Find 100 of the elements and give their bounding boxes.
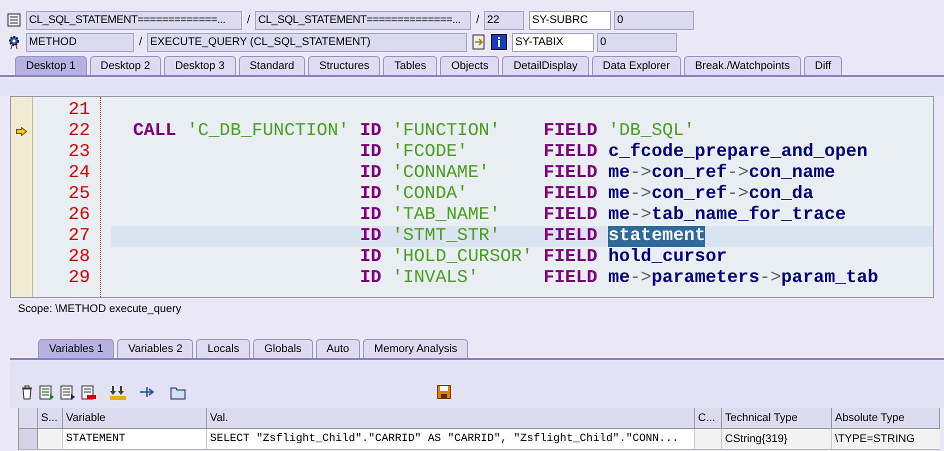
- code-token: FIELD: [543, 226, 598, 247]
- code-editor[interactable]: [10, 96, 934, 298]
- code-token: FIELD: [543, 205, 598, 226]
- tab[interactable]: Memory Analysis: [363, 339, 468, 358]
- code-token: ->: [727, 184, 749, 205]
- list-icon[interactable]: [39, 384, 55, 400]
- readonly-field: EXECUTE_QUERY (CL_SQL_STATEMENT): [147, 32, 468, 52]
- scope-label: Scope: \METHOD execute_query: [18, 302, 182, 317]
- readonly-field: SY-SUBRC: [529, 10, 612, 30]
- tab[interactable]: DetailDisplay: [502, 56, 589, 75]
- code-token: hold_cursor: [608, 247, 728, 268]
- tab[interactable]: Tables: [383, 56, 438, 75]
- code-token: tab_name_for_trace: [651, 205, 846, 226]
- code-token: con_ref: [651, 163, 728, 184]
- column-header[interactable]: Val.: [207, 408, 695, 428]
- line-number: 21: [67, 100, 91, 121]
- readonly-field: 22: [484, 10, 524, 30]
- code-token: ID: [360, 247, 382, 268]
- tab[interactable]: Desktop 3: [164, 56, 236, 75]
- column-header[interactable]: Absolute Type: [832, 408, 940, 428]
- code-token: 'CONDA': [392, 184, 468, 205]
- code-token: FIELD: [543, 142, 598, 163]
- code-token: ID: [360, 205, 382, 226]
- line-number: 25: [67, 184, 91, 205]
- column-header[interactable]: S...: [38, 408, 63, 428]
- line-number: 23: [67, 142, 91, 163]
- folder-icon[interactable]: [170, 384, 186, 400]
- trash-icon[interactable]: [20, 384, 34, 400]
- code-token: 'FCODE': [392, 142, 468, 163]
- tab[interactable]: Locals: [196, 339, 250, 358]
- tab[interactable]: Break./Watchpoints: [684, 56, 801, 75]
- table-cell: \TYPE=STRING: [832, 429, 940, 449]
- tab[interactable]: Variables 1: [38, 339, 114, 358]
- column-header[interactable]: Technical Type: [722, 408, 832, 428]
- code-token: con_da: [748, 184, 814, 205]
- code-token: 'C_DB_FUNCTION': [187, 121, 350, 142]
- list-delete-icon[interactable]: [81, 384, 97, 400]
- code-token: 'FUNCTION': [392, 121, 500, 142]
- readonly-field: SY-TABIX: [512, 32, 594, 52]
- code-token: ID: [360, 163, 382, 184]
- line-number: 22: [67, 121, 91, 142]
- transfer-icon[interactable]: [139, 384, 157, 400]
- readonly-field: 0: [597, 32, 678, 52]
- readonly-field: 0: [614, 10, 694, 30]
- tab[interactable]: Diff: [804, 56, 842, 75]
- code-token: 'INVALS': [392, 268, 479, 289]
- code-token: CALL: [133, 121, 176, 142]
- column-header[interactable]: C...: [695, 408, 722, 428]
- arrows-down-icon[interactable]: [110, 384, 126, 400]
- tab[interactable]: Data Explorer: [592, 56, 681, 75]
- code-token: statement: [608, 226, 706, 247]
- list-icon[interactable]: [60, 384, 76, 400]
- code-token: me: [608, 268, 630, 289]
- gear-icon: [7, 35, 21, 49]
- code-token: ->: [630, 184, 652, 205]
- info-icon[interactable]: [491, 34, 508, 50]
- line-number: 29: [67, 268, 91, 289]
- code-token: me: [608, 205, 630, 226]
- tab[interactable]: Desktop 1: [15, 56, 87, 75]
- code-token: ->: [760, 268, 782, 289]
- code-token: 'DB_SQL': [608, 121, 695, 142]
- tab[interactable]: Variables 2: [117, 339, 194, 358]
- tab[interactable]: Standard: [238, 56, 306, 75]
- column-header[interactable]: Variable: [63, 408, 207, 428]
- readonly-field: CL_SQL_STATEMENT==============...: [255, 10, 472, 30]
- code-token: ID: [360, 226, 382, 247]
- tab[interactable]: Desktop 2: [90, 56, 162, 75]
- table-cell: CString{319}: [722, 429, 832, 449]
- separator-slash: /: [246, 12, 252, 28]
- save-icon[interactable]: [437, 385, 451, 399]
- line-number: 27: [67, 226, 91, 247]
- code-token: c_fcode_prepare_and_open: [608, 142, 868, 163]
- code-token: param_tab: [781, 268, 878, 289]
- code-token: FIELD: [543, 268, 598, 289]
- line-number: 26: [67, 205, 91, 226]
- code-token: parameters: [651, 268, 760, 289]
- code-token: con_ref: [651, 184, 728, 205]
- separator-slash: /: [475, 12, 480, 28]
- line-number: 24: [67, 163, 91, 184]
- table-cell: STATEMENT: [63, 429, 207, 449]
- code-token: ->: [630, 163, 652, 184]
- line-number: 28: [67, 247, 91, 268]
- readonly-field: CL_SQL_STATEMENT=============...: [26, 10, 242, 30]
- code-token: con_name: [748, 163, 836, 184]
- code-token: FIELD: [543, 163, 598, 184]
- code-token: me: [608, 163, 630, 184]
- code-token: ->: [630, 205, 652, 226]
- code-token: 'TAB_NAME': [392, 205, 500, 226]
- code-token: FIELD: [543, 247, 598, 268]
- code-token: ->: [727, 163, 749, 184]
- code-token: ID: [360, 268, 382, 289]
- code-token: 'HOLD_CURSOR': [392, 247, 533, 268]
- readonly-field: METHOD: [26, 32, 134, 52]
- code-token: 'CONNAME': [392, 163, 490, 184]
- tab[interactable]: Structures: [308, 56, 380, 75]
- code-token: me: [608, 184, 630, 205]
- tab[interactable]: Objects: [440, 56, 500, 75]
- code-token: ID: [360, 142, 382, 163]
- tab[interactable]: Auto: [316, 339, 360, 358]
- tab[interactable]: Globals: [253, 339, 313, 358]
